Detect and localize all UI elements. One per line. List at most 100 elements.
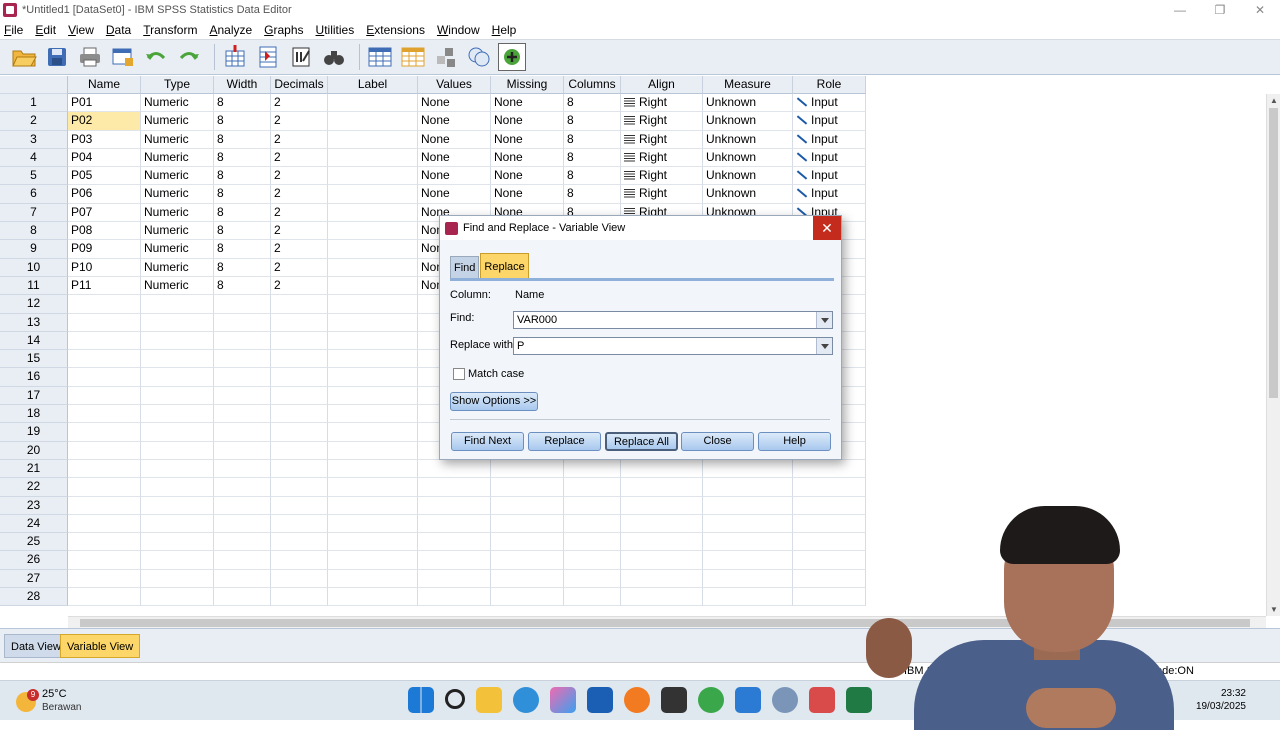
cell-type[interactable]: Numeric [141, 130, 214, 149]
cell-type[interactable] [141, 514, 214, 534]
cell-label[interactable] [328, 350, 418, 369]
find-combobox[interactable]: VAR000 [513, 311, 833, 329]
menu-analyze[interactable]: Analyze [209, 23, 252, 37]
cell-role[interactable] [793, 459, 866, 479]
cell-label[interactable] [328, 551, 418, 570]
cell-decimals[interactable]: 2 [271, 222, 328, 241]
cell-role[interactable] [793, 478, 866, 497]
cell-role[interactable] [793, 496, 866, 515]
match-case-checkbox[interactable] [453, 368, 465, 380]
cell-role[interactable] [793, 551, 866, 570]
replace-button[interactable]: Replace [528, 432, 601, 451]
row-number[interactable]: 27 [0, 569, 68, 589]
cell-label[interactable] [328, 222, 418, 241]
dialog-close-icon[interactable]: ✕ [813, 216, 841, 240]
row-number[interactable]: 21 [0, 459, 68, 479]
cell-name[interactable]: P10 [68, 258, 141, 277]
cell-measure[interactable]: Unknown [703, 167, 793, 186]
cell-width[interactable] [214, 295, 271, 314]
cell-type[interactable] [141, 295, 214, 314]
cell-decimals[interactable]: 2 [271, 94, 328, 113]
cell-name[interactable] [68, 533, 141, 552]
show-options-button[interactable]: Show Options >> [450, 392, 538, 411]
menu-view[interactable]: View [68, 23, 94, 37]
cell-name[interactable] [68, 588, 141, 607]
search-icon[interactable] [445, 689, 465, 709]
split-file-icon[interactable] [432, 43, 460, 71]
cell-label[interactable] [328, 588, 418, 607]
header-width[interactable]: Width [214, 76, 271, 94]
cell-width[interactable] [214, 423, 271, 442]
cell-width[interactable]: 8 [214, 148, 271, 168]
cell-name[interactable]: P11 [68, 276, 141, 296]
header-type[interactable]: Type [141, 76, 214, 94]
cell-missing[interactable] [491, 496, 564, 515]
scroll-up-icon[interactable]: ▲ [1270, 96, 1278, 105]
cell-columns[interactable]: 8 [564, 94, 621, 113]
cell-label[interactable] [328, 295, 418, 314]
cell-align[interactable] [621, 514, 703, 534]
cell-label[interactable] [328, 185, 418, 204]
cell-width[interactable]: 8 [214, 185, 271, 204]
row-number[interactable]: 6 [0, 185, 68, 204]
row-number[interactable]: 4 [0, 148, 68, 168]
cell-align[interactable]: Right [621, 185, 703, 204]
header-columns[interactable]: Columns [564, 76, 621, 94]
cell-columns[interactable]: 8 [564, 148, 621, 168]
menu-help[interactable]: Help [492, 23, 517, 37]
cell-width[interactable]: 8 [214, 130, 271, 149]
open-icon[interactable] [10, 43, 38, 71]
cell-columns[interactable] [564, 478, 621, 497]
row-number[interactable]: 24 [0, 514, 68, 534]
header-label[interactable]: Label [328, 76, 418, 94]
row-number[interactable]: 16 [0, 368, 68, 387]
cell-missing[interactable]: None [491, 185, 564, 204]
cell-decimals[interactable] [271, 441, 328, 460]
cell-decimals[interactable] [271, 313, 328, 332]
cell-type[interactable]: Numeric [141, 203, 214, 223]
cell-values[interactable] [418, 496, 491, 515]
cell-type[interactable] [141, 533, 214, 552]
cell-type[interactable] [141, 588, 214, 607]
header-name[interactable]: Name [68, 76, 141, 94]
cell-decimals[interactable]: 2 [271, 130, 328, 149]
photos-icon[interactable] [735, 687, 761, 713]
cell-values[interactable] [418, 551, 491, 570]
replace-all-button[interactable]: Replace All [605, 432, 678, 451]
cell-label[interactable] [328, 94, 418, 113]
cell-type[interactable] [141, 478, 214, 497]
menu-graphs[interactable]: Graphs [264, 23, 303, 37]
cell-role[interactable] [793, 514, 866, 534]
cell-role[interactable]: Input [793, 130, 866, 149]
cell-align[interactable]: Right [621, 167, 703, 186]
cell-width[interactable]: 8 [214, 276, 271, 296]
cell-measure[interactable]: Unknown [703, 148, 793, 168]
cell-type[interactable] [141, 551, 214, 570]
cell-missing[interactable] [491, 478, 564, 497]
cell-role[interactable]: Input [793, 148, 866, 168]
cell-name[interactable] [68, 496, 141, 515]
cell-decimals[interactable]: 2 [271, 258, 328, 277]
spss-taskbar-icon[interactable] [772, 687, 798, 713]
find-dropdown-icon[interactable] [816, 312, 832, 328]
cell-width[interactable] [214, 478, 271, 497]
row-number[interactable]: 17 [0, 386, 68, 406]
cell-label[interactable] [328, 112, 418, 131]
row-number[interactable]: 20 [0, 441, 68, 460]
menu-file[interactable]: File [4, 23, 23, 37]
variables-icon[interactable] [287, 43, 315, 71]
header-decimals[interactable]: Decimals [271, 76, 328, 94]
cell-label[interactable] [328, 258, 418, 277]
cell-label[interactable] [328, 386, 418, 406]
cell-align[interactable] [621, 496, 703, 515]
cell-missing[interactable] [491, 588, 564, 607]
cell-name[interactable]: P03 [68, 130, 141, 149]
cell-role[interactable]: Input [793, 185, 866, 204]
cell-label[interactable] [328, 441, 418, 460]
find-icon[interactable] [320, 43, 348, 71]
cell-name[interactable] [68, 514, 141, 534]
cell-name[interactable] [68, 386, 141, 406]
cell-decimals[interactable]: 2 [271, 167, 328, 186]
cell-width[interactable]: 8 [214, 203, 271, 223]
cell-missing[interactable] [491, 459, 564, 479]
